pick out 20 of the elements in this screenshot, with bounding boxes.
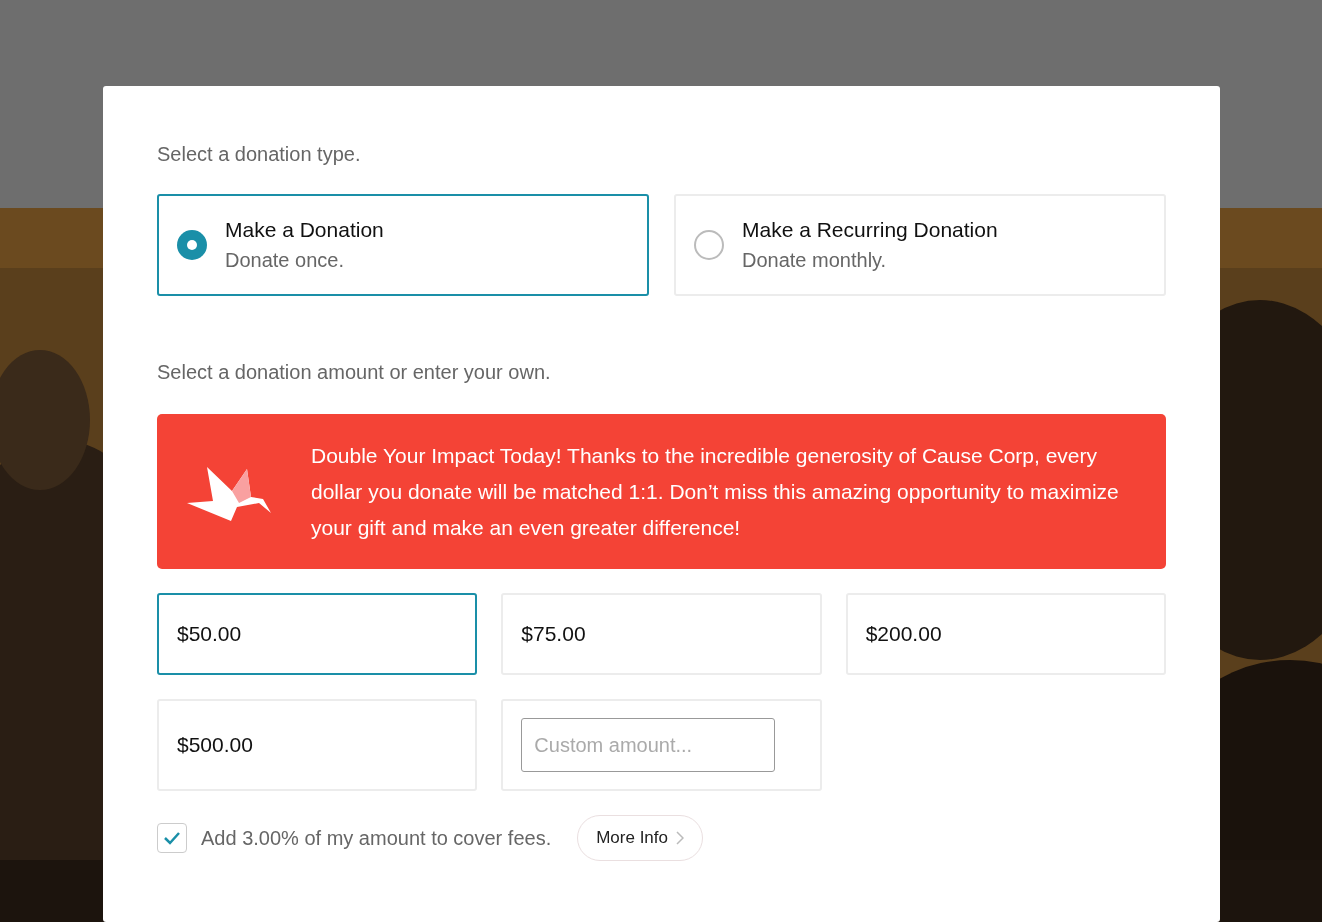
chevron-right-icon <box>676 831 684 845</box>
amount-option[interactable]: $500.00 <box>157 699 478 791</box>
banner-text: Double Your Impact Today! Thanks to the incredible generosity of Cause Corp, every dollar you donate will be matched 1:1. Don’t miss this amazing opportunity to maximize your gift and make an even greater difference! <box>311 442 1120 541</box>
option-title: Make a Donation <box>225 217 384 243</box>
section-prompt: Select a donation type. <box>157 142 362 166</box>
checkbox[interactable] <box>157 823 187 853</box>
option-subtitle: Donate monthly. <box>742 248 888 273</box>
option-title: Make a Recurring Donation <box>742 217 998 243</box>
custom-amount-field[interactable]: Custom amount... <box>521 718 776 772</box>
checkmark-icon <box>163 831 181 845</box>
option-subtitle: Donate once. <box>225 248 345 273</box>
amount-option[interactable]: $75.00 <box>501 593 822 675</box>
amount-option[interactable]: $50.00 <box>157 593 478 675</box>
donation-type-option[interactable]: Make a Donation Donate once. <box>157 194 649 296</box>
radio-button[interactable] <box>177 230 207 260</box>
section-prompt: Select a donation amount or enter your own. <box>157 360 552 384</box>
donation-type-option[interactable]: Make a Recurring Donation Donate monthly. <box>674 194 1166 296</box>
radio-button[interactable] <box>694 230 724 260</box>
amount-option[interactable]: $200.00 <box>845 593 1166 675</box>
fees-label: Add 3.00% of my amount to cover fees. <box>201 826 552 851</box>
